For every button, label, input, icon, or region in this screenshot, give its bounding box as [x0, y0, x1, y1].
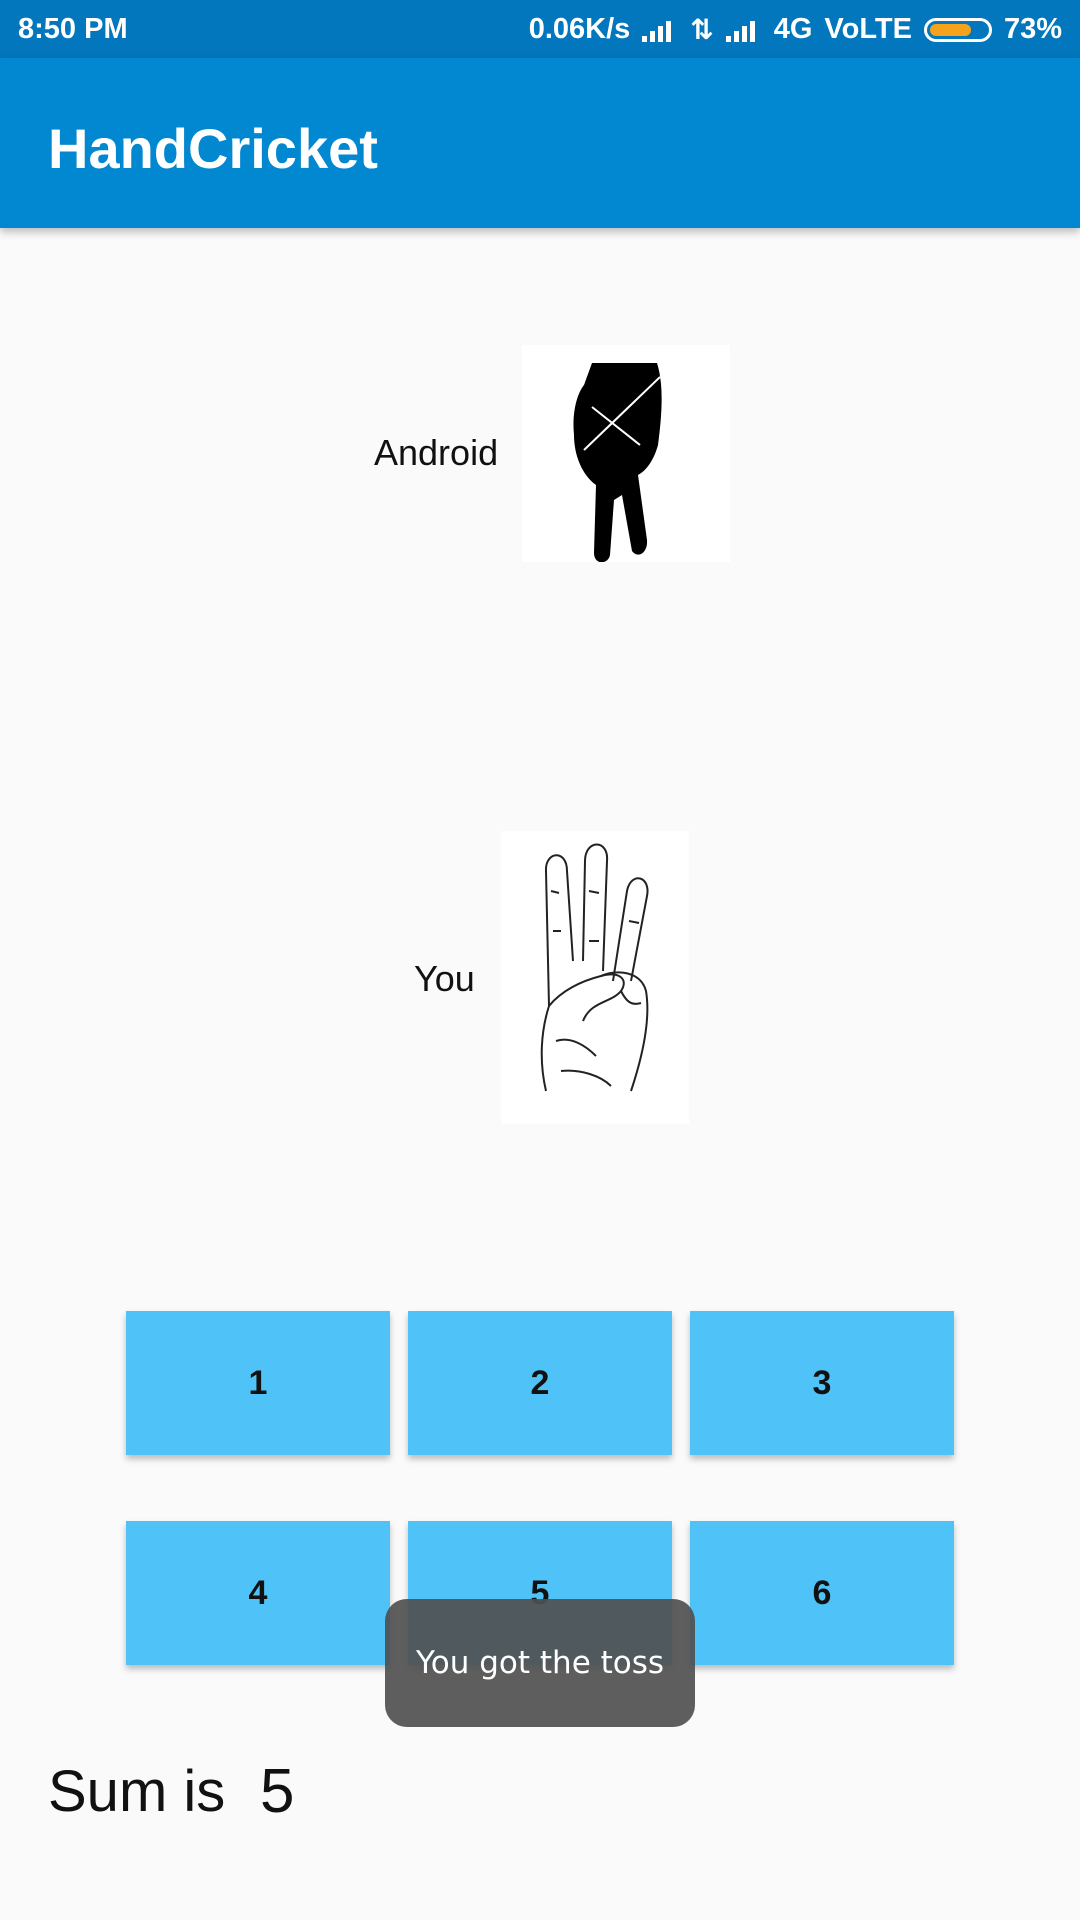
status-bar: 8:50 PM 0.06K/s ⇅ 4G VoLTE 73%: [0, 0, 1080, 58]
data-transfer-icon: ⇅: [690, 14, 714, 45]
number-button-1[interactable]: 1: [126, 1311, 390, 1455]
android-label: Android: [374, 432, 499, 473]
volte-label: VoLTE: [824, 13, 912, 45]
three-finger-hand-sketch-icon: [501, 831, 689, 1124]
network-type: 4G: [773, 13, 813, 45]
status-time: 8:50 PM: [18, 13, 128, 45]
number-button-3[interactable]: 3: [690, 1311, 954, 1455]
battery-percent: 73%: [1003, 13, 1062, 45]
sum-value: 5: [260, 1757, 295, 1826]
app-title: HandCricket: [48, 117, 378, 180]
status-icons: 0.06K/s ⇅ 4G VoLTE 73%: [529, 13, 1062, 46]
net-speed: 0.06K/s: [528, 13, 631, 45]
signal-icon: [642, 18, 678, 42]
sum-label: Sum is: [48, 1759, 226, 1824]
two-finger-hand-silhouette-icon: [522, 345, 730, 563]
number-button-4[interactable]: 4: [126, 1521, 390, 1665]
number-button-6[interactable]: 6: [690, 1521, 954, 1665]
number-button-2[interactable]: 2: [408, 1311, 672, 1455]
player-label: You: [414, 958, 475, 999]
app-bar: HandCricket: [0, 58, 1080, 228]
signal-icon-2: [725, 18, 762, 42]
toast-message: You got the toss: [385, 1599, 695, 1727]
battery-icon: [923, 17, 992, 42]
